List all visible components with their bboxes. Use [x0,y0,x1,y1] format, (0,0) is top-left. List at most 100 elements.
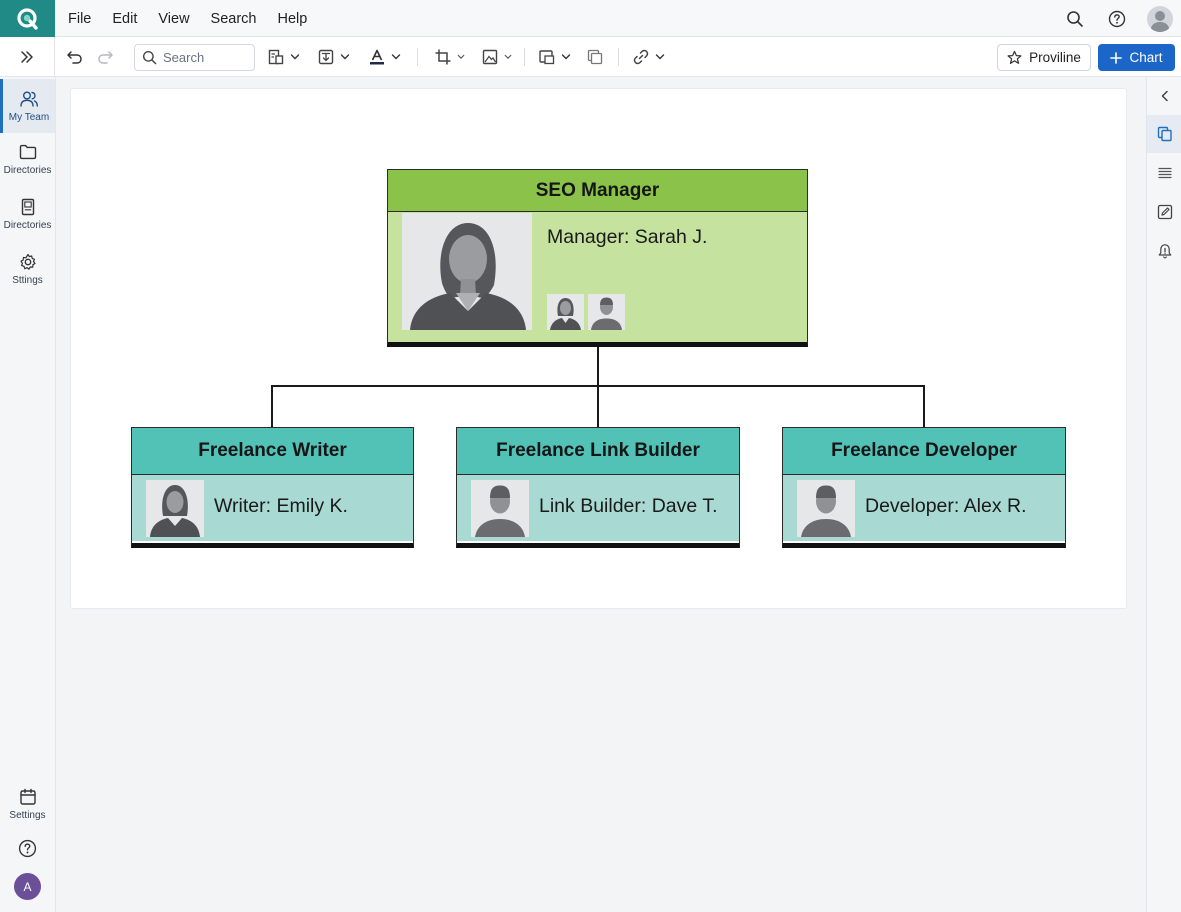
alerts-panel-button[interactable] [1147,232,1181,270]
frame-dropdown[interactable] [538,45,571,69]
edit-panel-button[interactable] [1147,193,1181,231]
folder-icon [19,144,36,160]
link-builder-photo [471,480,529,537]
chevron-down-icon [457,54,465,59]
crop-dropdown[interactable] [434,45,465,69]
copy-pages-icon [1157,126,1172,142]
chevron-down-icon [340,54,350,60]
menu-search[interactable]: Search [211,11,257,27]
undo-icon [67,51,82,64]
toolbar-separator [417,48,418,66]
org-node-freelance-link-builder[interactable]: Freelance Link Builder Link Builder: Dav… [456,427,740,548]
sidebar-item-my-team[interactable]: My Team [0,79,55,133]
org-node-body: Writer: Emily K. [132,475,413,541]
menu-help[interactable]: Help [278,11,308,27]
connector-root-down [597,345,599,387]
chevron-down-icon [290,54,300,60]
undo-button[interactable] [66,45,84,69]
toolbar: Proviline Chart [0,37,1181,77]
sidebar-item-directories-docs[interactable]: Directories [0,187,55,241]
app-logo[interactable] [0,0,55,37]
crop-icon [435,49,451,65]
connector-to-link-builder [597,385,599,428]
add-chart-button[interactable]: Chart [1098,44,1175,71]
bell-alert-icon [1158,244,1171,259]
search-input[interactable] [163,50,243,65]
sidebar-item-label: Settings [9,810,46,821]
toolbar-separator [524,48,525,66]
org-node-freelance-developer[interactable]: Freelance Developer Developer: Alex R. [782,427,1066,548]
chevron-down-icon [561,54,571,60]
duplicate-icon [587,49,603,65]
male-avatar-icon [588,294,625,330]
list-panel-button[interactable] [1147,154,1181,192]
toolbar-separator [618,48,619,66]
expand-sidebar-button[interactable] [0,37,55,76]
text-color-dropdown[interactable] [368,45,401,69]
global-search-button[interactable] [1063,7,1087,31]
male-avatar-icon [797,480,855,537]
plus-icon [1110,51,1123,64]
male-avatar-icon [471,480,529,537]
left-sidebar: My Team Directories Directories Sttings … [0,77,56,912]
proviline-button[interactable]: Proviline [997,44,1091,71]
duplicate-button[interactable] [586,45,604,69]
help-button[interactable] [1105,7,1129,31]
org-node-freelance-writer[interactable]: Freelance Writer Writer: Emily K. [131,427,414,548]
connector-to-writer [271,385,273,428]
sidebar-item-directories[interactable]: Directories [0,132,55,186]
org-node-person: Writer: Emily K. [214,495,348,517]
page-layout-dropdown[interactable] [267,45,300,69]
org-node-person: Link Builder: Dave T. [539,495,718,517]
main-menu: File Edit View Search Help [68,0,328,37]
org-node-body: Manager: Sarah J. [388,212,807,342]
star-icon [1007,50,1022,64]
team-member-thumbnail-male[interactable] [588,294,625,330]
developer-photo [797,480,855,537]
chevron-down-icon [504,54,512,59]
menu-view[interactable]: View [158,11,189,27]
list-icon [1157,167,1172,179]
document-icon [21,198,34,216]
menu-right-actions [1063,0,1173,37]
help-circle-icon [1108,10,1126,27]
image-icon [482,49,498,65]
sidebar-item-settings[interactable]: Sttings [0,242,55,296]
pages-panel-button[interactable] [1147,115,1181,153]
right-panel-rail [1146,77,1181,912]
menu-edit[interactable]: Edit [112,11,137,27]
connector-to-developer [923,385,925,428]
link-dropdown[interactable] [632,45,665,69]
menu-bar: File Edit View Search Help [0,0,1181,37]
chevron-down-icon [391,54,401,60]
chevron-down-icon [655,54,665,60]
sidebar-help-button[interactable] [0,821,55,875]
image-dropdown[interactable] [481,45,512,69]
chevron-left-icon [1161,90,1168,102]
proviline-button-label: Proviline [1029,50,1081,65]
sidebar-user-avatar[interactable]: A [14,873,41,900]
menu-file[interactable]: File [68,11,91,27]
toolbar-search[interactable] [134,44,255,71]
user-avatar[interactable] [1147,5,1173,32]
female-avatar-icon [547,294,584,330]
team-member-thumbnail-female[interactable] [547,294,584,330]
double-chevron-right-icon [21,50,33,63]
org-chart-canvas[interactable]: SEO Manager Manager: Sarah J. Freelance … [70,88,1127,609]
org-node-title: Freelance Writer [132,428,413,475]
canvas-area: SEO Manager Manager: Sarah J. Freelance … [56,77,1146,912]
org-node-person: Manager: Sarah J. [547,226,708,248]
insert-dropdown[interactable] [317,45,350,69]
org-node-body: Link Builder: Dave T. [457,475,739,541]
writer-photo [146,480,204,537]
redo-button[interactable] [96,45,114,69]
collapse-panel-button[interactable] [1147,77,1181,115]
people-icon [20,91,38,107]
sidebar-item-label: My Team [8,112,50,123]
search-icon [1067,10,1083,27]
text-color-icon [370,49,384,65]
org-node-title: Freelance Link Builder [457,428,739,475]
org-node-seo-manager[interactable]: SEO Manager Manager: Sarah J. [387,169,808,347]
female-avatar-icon [402,213,532,330]
edit-square-icon [1157,204,1172,220]
